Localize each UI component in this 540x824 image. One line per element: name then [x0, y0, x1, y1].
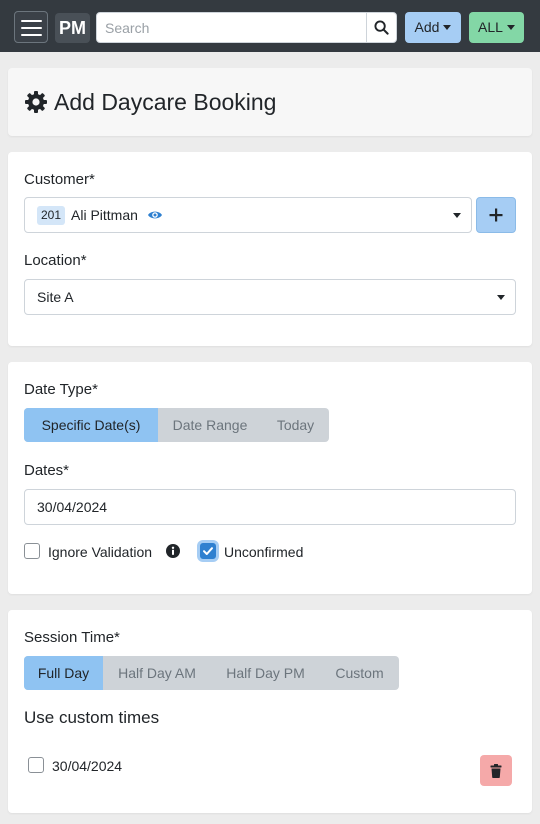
unconfirmed-label: Unconfirmed — [224, 544, 304, 560]
session-custom[interactable]: Custom — [320, 656, 399, 690]
plus-icon — [489, 208, 503, 222]
unconfirmed-checkbox[interactable] — [200, 543, 216, 559]
dates-label: Dates* — [24, 462, 70, 479]
add-dropdown-label: Add — [414, 19, 440, 35]
brand-logo[interactable]: PM — [55, 13, 90, 43]
location-value: Site A — [37, 289, 74, 305]
date-type-specific-dates[interactable]: Specific Date(s) — [24, 408, 158, 442]
search-input[interactable] — [96, 12, 367, 43]
session-half-day-pm[interactable]: Half Day PM — [211, 656, 320, 690]
hamburger-line — [21, 27, 42, 29]
date-type-date-range[interactable]: Date Range — [158, 408, 262, 442]
custom-times-heading: Use custom times — [24, 708, 160, 727]
date-type-today[interactable]: Today — [262, 408, 329, 442]
gear-icon — [25, 91, 47, 113]
ignore-validation-checkbox[interactable] — [24, 543, 40, 559]
all-dropdown-label: ALL — [478, 19, 503, 35]
session-time-toggle: Full Day Half Day AM Half Day PM Custom — [24, 656, 399, 690]
add-dropdown-button[interactable]: Add — [405, 12, 461, 43]
trash-icon — [490, 763, 502, 778]
info-icon[interactable] — [166, 544, 180, 558]
top-navbar: PM Add ALL — [0, 0, 540, 52]
session-full-day[interactable]: Full Day — [24, 656, 103, 690]
location-label: Location* — [24, 252, 87, 269]
custom-date-checkbox[interactable] — [28, 757, 44, 773]
page-title: Add Daycare Booking — [54, 89, 277, 115]
customer-select[interactable]: 201 Ali Pittman — [24, 197, 472, 233]
session-time-label: Session Time* — [24, 629, 120, 646]
eye-icon[interactable] — [147, 208, 163, 222]
hamburger-line — [21, 20, 42, 22]
add-customer-button[interactable] — [476, 197, 516, 233]
chevron-down-icon — [453, 213, 461, 218]
customer-card: Customer* 201 Ali Pittman Location* Site… — [8, 152, 532, 346]
all-dropdown-button[interactable]: ALL — [469, 12, 524, 43]
menu-toggle-button[interactable] — [14, 11, 48, 43]
date-type-toggle: Specific Date(s) Date Range Today — [24, 408, 329, 442]
date-type-label: Date Type* — [24, 381, 98, 398]
caret-down-icon — [443, 25, 452, 30]
chevron-down-icon — [497, 295, 505, 300]
customer-name: Ali Pittman — [71, 207, 138, 223]
session-card: Session Time* Full Day Half Day AM Half … — [8, 610, 532, 813]
date-card: Date Type* Specific Date(s) Date Range T… — [8, 362, 532, 594]
search-button[interactable] — [366, 12, 397, 43]
delete-custom-date-button[interactable] — [480, 755, 512, 786]
location-select[interactable]: Site A — [24, 279, 516, 315]
caret-down-icon — [506, 25, 515, 30]
customer-id-badge: 201 — [37, 206, 66, 225]
ignore-validation-label: Ignore Validation — [48, 544, 153, 560]
customer-label: Customer* — [24, 171, 95, 188]
dates-input[interactable] — [24, 489, 516, 525]
checkmark-icon — [203, 547, 213, 555]
page-header-card: Add Daycare Booking — [8, 68, 532, 136]
search-icon — [374, 20, 389, 35]
hamburger-line — [21, 34, 42, 36]
session-half-day-am[interactable]: Half Day AM — [103, 656, 211, 690]
custom-date-label: 30/04/2024 — [52, 758, 123, 774]
